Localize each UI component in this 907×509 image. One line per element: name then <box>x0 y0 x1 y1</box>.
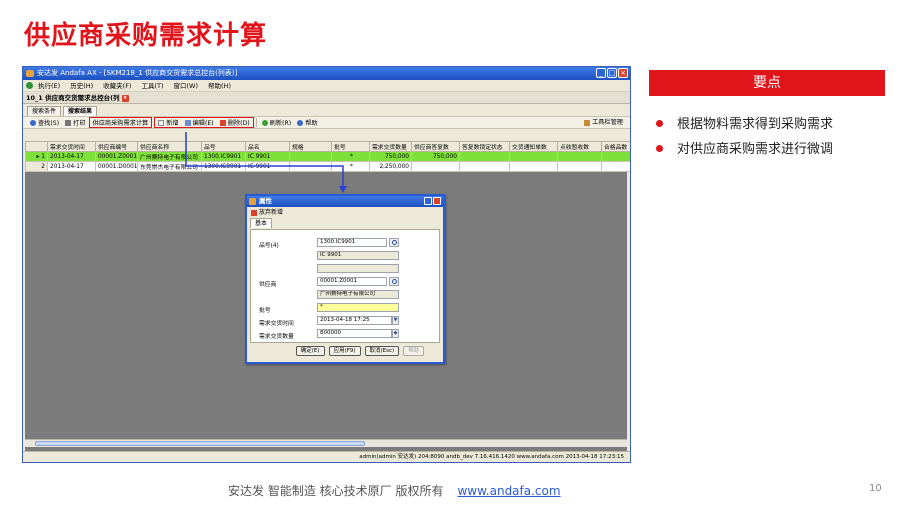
bullet-icon <box>656 120 663 127</box>
annotation-arrow <box>185 132 344 188</box>
arrow-head-icon <box>339 186 347 193</box>
slide-footer: 安达发 智能制造 核心技术原厂 版权所有 www.andafa.com <box>228 482 561 499</box>
bullet-icon <box>656 145 663 152</box>
footer-link[interactable]: www.andafa.com <box>457 484 560 498</box>
footer-text: 安达发 智能制造 核心技术原厂 版权所有 <box>228 484 444 498</box>
bullet-item: 对供应商采购需求进行微调 <box>656 138 833 157</box>
bullet-item: 根据物料需求得到采购需求 <box>656 113 833 132</box>
key-points-header: 要点 <box>649 70 885 96</box>
page-number: 10 <box>869 483 882 494</box>
